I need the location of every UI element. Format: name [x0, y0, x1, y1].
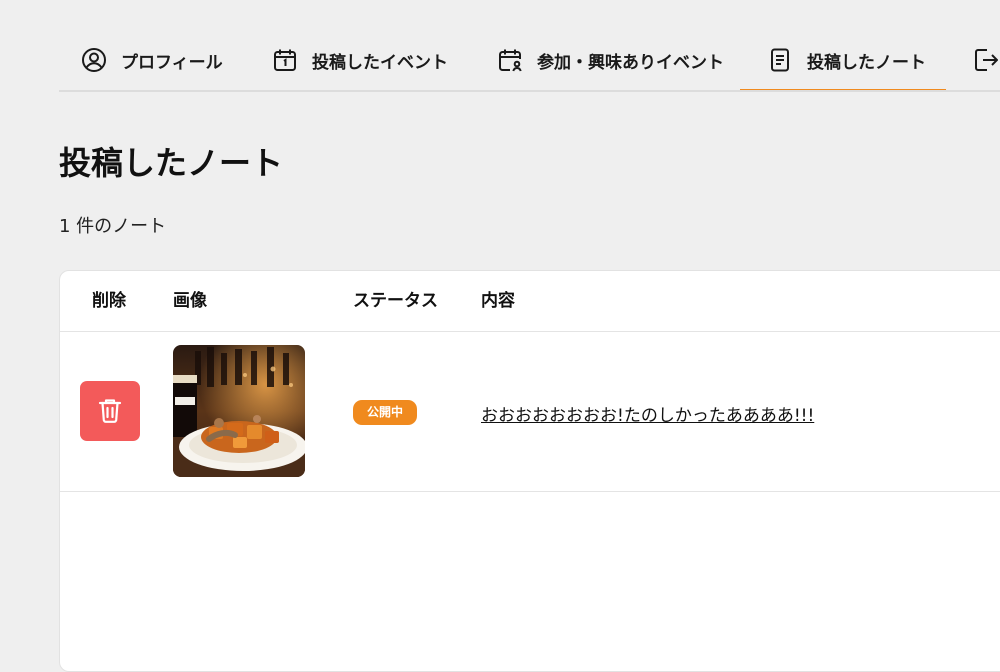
logout-icon	[972, 47, 998, 73]
tab-label: 投稿したイベント	[312, 52, 448, 73]
note-count: 1 件のノート	[59, 216, 167, 237]
tab-posted-notes[interactable]: 投稿したノート	[740, 30, 946, 90]
tab-label: プロフィール	[121, 52, 223, 73]
calendar-icon	[272, 47, 298, 73]
note-image[interactable]	[173, 345, 305, 477]
document-icon	[767, 47, 793, 73]
profile-tabs: プロフィール 投稿したイベント 参加・興味ありイベント 投稿したノート	[59, 30, 1000, 92]
column-header-delete: 削除	[92, 291, 126, 311]
trash-icon	[97, 397, 123, 425]
user-circle-icon	[81, 47, 107, 73]
tab-label: 参加・興味ありイベント	[537, 52, 724, 73]
tab-profile[interactable]: プロフィール	[81, 30, 223, 90]
tab-joined-events[interactable]: 参加・興味ありイベント	[497, 30, 724, 90]
page-title: 投稿したノート	[59, 144, 284, 182]
table-row: 公開中 おおおおおおおお!たのしかったああああ!!!	[60, 332, 1000, 492]
delete-button[interactable]	[80, 381, 140, 441]
note-content-link[interactable]: おおおおおおおお!たのしかったああああ!!!	[481, 401, 814, 426]
status-badge: 公開中	[353, 400, 418, 425]
tab-logout[interactable]	[972, 30, 1000, 90]
tab-label: 投稿したノート	[807, 52, 926, 73]
column-header-status: ステータス	[353, 291, 438, 311]
column-header-content: 内容	[481, 291, 515, 311]
column-header-image: 画像	[173, 291, 207, 311]
tab-posted-events[interactable]: 投稿したイベント	[272, 30, 448, 90]
calendar-user-icon	[497, 47, 523, 73]
table-header: 削除 画像 ステータス 内容	[60, 271, 1000, 332]
notes-table: 削除 画像 ステータス 内容 公開中 おおおおおおおお!たのしかったああああ!!…	[59, 270, 1000, 672]
